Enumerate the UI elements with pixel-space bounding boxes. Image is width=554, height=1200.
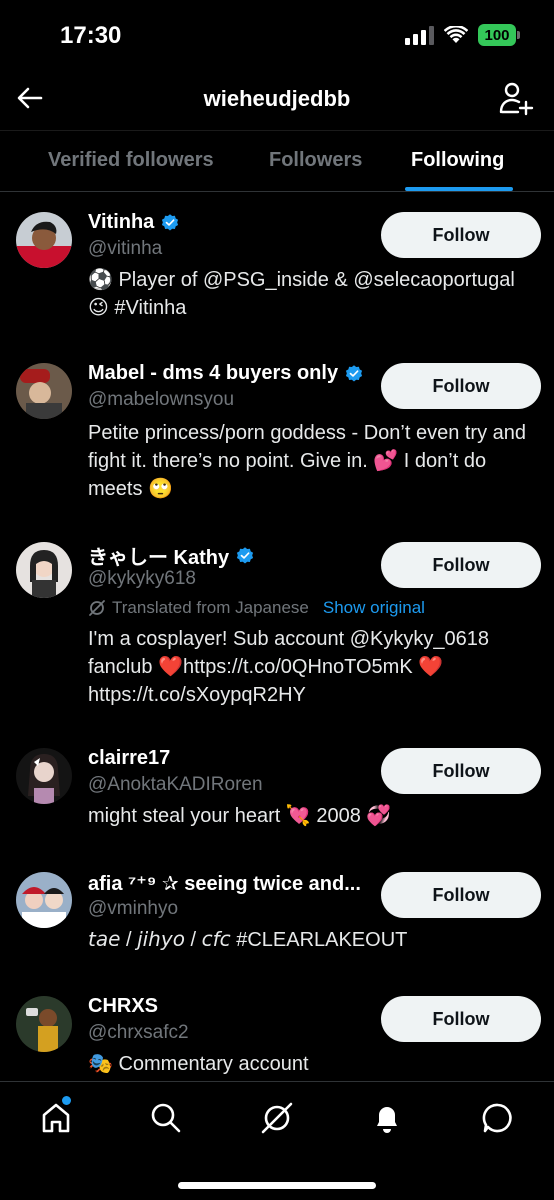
tab-following[interactable]: Following <box>411 149 504 172</box>
wifi-icon <box>444 26 468 43</box>
user-name: Vitinha <box>88 211 155 233</box>
grok-icon[interactable] <box>259 1100 295 1136</box>
avatar[interactable] <box>16 872 72 928</box>
add-user-icon[interactable] <box>498 80 534 116</box>
search-icon[interactable] <box>148 1100 184 1136</box>
user-handle: @chrxsafc2 <box>88 1022 189 1043</box>
follow-button[interactable]: Follow <box>381 363 541 409</box>
signal-icon <box>405 25 434 45</box>
user-bio: ⚽ Player of @PSG_inside & @selecaoportug… <box>88 269 515 319</box>
user-name-row: Mabel - dms 4 buyers only <box>88 362 364 385</box>
translated-label: Translated from Japanese <box>112 598 309 617</box>
user-name-row: afia ⁷⁺⁹ ✰ seeing twice and... <box>88 871 361 896</box>
user-bio: 🎭 Commentary account <box>88 1053 309 1075</box>
verified-badge-icon <box>345 364 363 381</box>
verified-badge-icon <box>162 213 179 230</box>
translation-notice: Translated from Japanese Show original <box>88 598 425 618</box>
user-handle: @vitinha <box>88 238 163 259</box>
user-name: Mabel - dms 4 buyers only <box>88 362 339 384</box>
tab-followers[interactable]: Followers <box>269 149 362 172</box>
bottom-nav <box>0 1081 554 1200</box>
follow-button[interactable]: Follow <box>381 872 541 918</box>
active-tab-indicator <box>405 187 513 191</box>
user-bio: 𝘵𝘢𝘦 / 𝘫𝘪𝘩𝘺𝘰 / 𝘤𝘧𝘤 #CLEARLAKEOUT <box>88 929 408 951</box>
avatar[interactable] <box>16 996 72 1052</box>
user-name-row: CHRXS <box>88 995 158 1018</box>
verified-badge-icon <box>237 546 254 563</box>
user-name: きゃしー Kathy <box>88 547 230 569</box>
user-name: CHRXS <box>88 995 159 1017</box>
follow-button[interactable]: Follow <box>381 542 541 588</box>
profile-header: wieheudjedbb <box>0 74 554 130</box>
notification-dot <box>62 1096 71 1105</box>
page-title: wieheudjedbb <box>203 86 351 111</box>
grok-icon <box>89 600 105 616</box>
user-handle: @mabelownsyou <box>88 389 235 410</box>
user-bio: might steal your heart 💘 2008 💞 <box>88 805 392 827</box>
avatar[interactable] <box>16 363 72 419</box>
user-name-row: きゃしー Kathy <box>88 541 255 570</box>
messages-icon[interactable] <box>480 1100 516 1136</box>
following-list: Vitinha @vitinha ⚽ Player of @PSG_inside… <box>0 193 554 1081</box>
avatar[interactable] <box>16 212 72 268</box>
user-name-row: Vitinha <box>88 211 180 234</box>
follow-button[interactable]: Follow <box>381 748 541 794</box>
status-bar: 17:30 100 <box>0 0 554 74</box>
avatar[interactable] <box>16 748 72 804</box>
show-original-link[interactable]: Show original <box>323 598 425 618</box>
battery-icon: 100 <box>478 24 520 46</box>
user-name: afia ⁷⁺⁹ ✰ seeing twice and... <box>88 873 361 895</box>
bell-icon[interactable] <box>369 1100 405 1136</box>
home-icon[interactable] <box>38 1100 74 1136</box>
tab-verified-followers[interactable]: Verified followers <box>48 149 214 172</box>
user-handle: @kykyky618 <box>88 568 196 589</box>
follow-button[interactable]: Follow <box>381 996 541 1042</box>
user-name-row: clairre17 <box>88 747 170 770</box>
status-time: 17:30 <box>60 22 122 49</box>
status-icons: 100 <box>405 24 520 46</box>
user-bio: Petite princess/porn goddess - Don’t eve… <box>88 422 527 500</box>
follow-tabs: Verified followers Followers Following <box>0 130 554 192</box>
user-bio: I'm a cosplayer! Sub account @Kykyky_061… <box>88 628 489 706</box>
user-name: clairre17 <box>88 747 171 769</box>
follow-button[interactable]: Follow <box>381 212 541 258</box>
home-indicator <box>178 1182 376 1189</box>
user-handle: @AnoktaKADIRoren <box>88 774 263 795</box>
avatar[interactable] <box>16 542 72 598</box>
user-handle: @vminhyo <box>88 898 179 919</box>
